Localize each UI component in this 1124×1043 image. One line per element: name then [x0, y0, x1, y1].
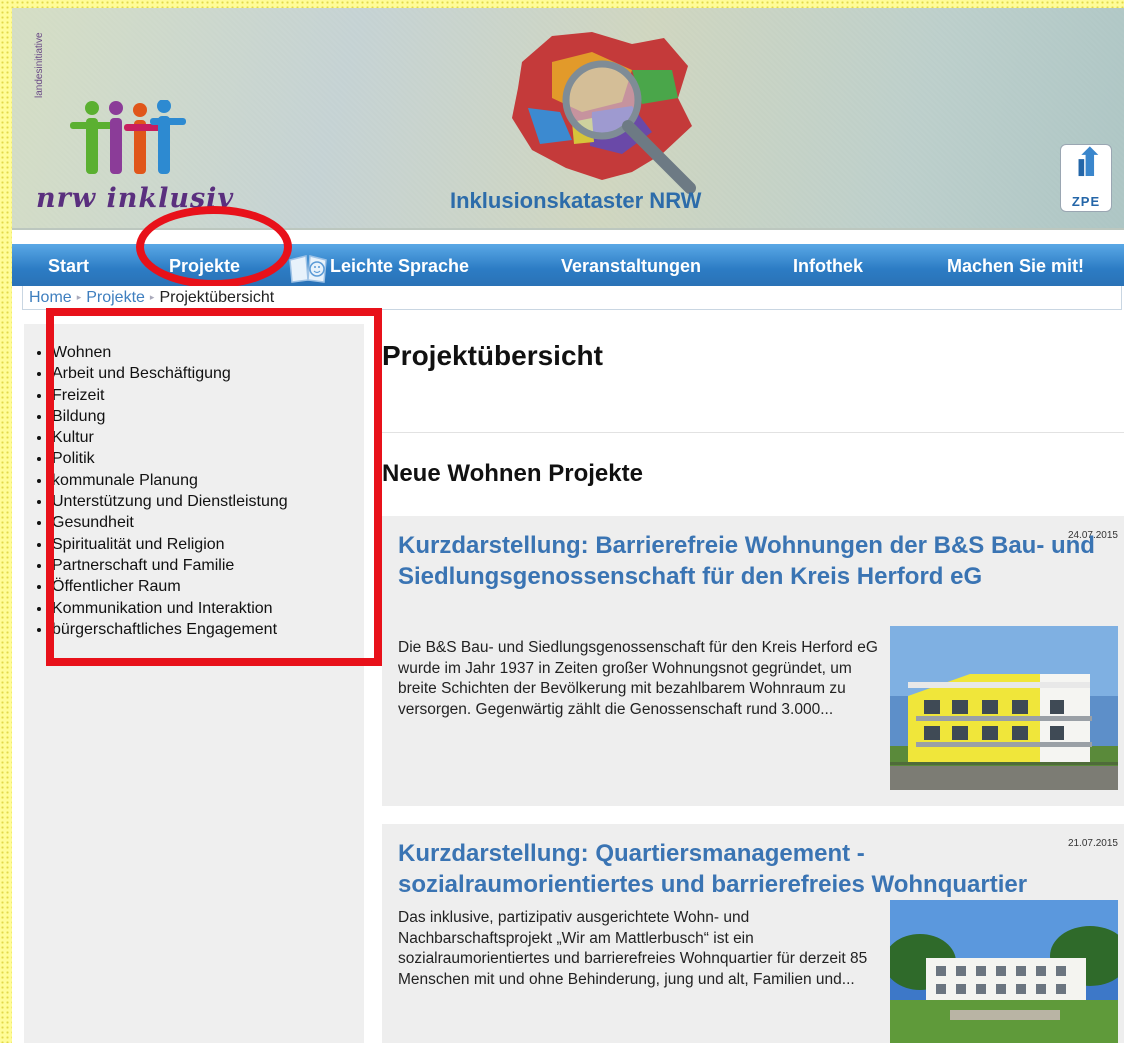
page-edge-top — [0, 0, 1124, 8]
section-title: Neue Wohnen Projekte — [382, 460, 643, 487]
header-banner: landesinitiative nrw inklusiv Inklusions… — [12, 8, 1124, 230]
nav-machen-sie-mit[interactable]: Machen Sie mit! — [947, 244, 1084, 286]
nrw-map-magnifier-icon[interactable] — [482, 22, 742, 198]
highlight-rectangle-sidebar — [46, 308, 382, 666]
logo-vertical-text: landesinitiative — [34, 32, 45, 98]
divider — [382, 432, 1124, 433]
page-title: Projektübersicht — [382, 340, 603, 371]
breadcrumb-current: Projektübersicht — [159, 289, 275, 306]
highlight-ellipse-projekte — [136, 206, 292, 288]
leichte-sprache-book-icon[interactable] — [288, 254, 328, 284]
page-edge-left — [0, 0, 12, 1043]
nav-veranstaltungen[interactable]: Veranstaltungen — [561, 244, 701, 286]
zpe-logo-text: ZPE — [1071, 194, 1101, 209]
card-title-link[interactable]: Kurzdarstellung: Quartiersmanagement - s… — [398, 838, 1108, 900]
figure-purple — [109, 101, 123, 174]
figure-blue — [150, 100, 186, 174]
card-teaser: Die B&S Bau- und Siedlungsgenossenschaft… — [398, 639, 878, 718]
figure-green — [70, 101, 116, 174]
card-teaser: Das inklusive, partizipativ ausgerichtet… — [398, 909, 868, 988]
breadcrumb-home[interactable]: Home — [29, 289, 72, 306]
page: landesinitiative nrw inklusiv Inklusions… — [12, 8, 1124, 1043]
zpe-logo[interactable]: ZPE — [1060, 144, 1112, 212]
card-title-link[interactable]: Kurzdarstellung: Barrierefreie Wohnungen… — [398, 530, 1108, 592]
breadcrumb-projekte[interactable]: Projekte — [86, 289, 145, 306]
breadcrumb-separator-icon: ▸ — [76, 292, 82, 302]
project-card: 21.07.2015 Kurzdarstellung: Quartiersman… — [382, 824, 1124, 1043]
breadcrumb: Home ▸ Projekte ▸ Projektübersicht — [22, 286, 1122, 310]
nav-infothek[interactable]: Infothek — [793, 244, 863, 286]
nav-leichte-sprache[interactable]: Leichte Sprache — [330, 244, 469, 286]
nav-start[interactable]: Start — [48, 244, 89, 286]
breadcrumb-separator-icon: ▸ — [149, 292, 155, 302]
zpe-arrow-icon — [1078, 146, 1099, 177]
project-photo-yellow-building[interactable] — [890, 626, 1118, 790]
project-photo-white-building[interactable] — [890, 900, 1118, 1043]
site-title[interactable]: Inklusionskataster NRW — [450, 188, 701, 214]
project-card: 24.07.2015 Kurzdarstellung: Barrierefrei… — [382, 516, 1124, 806]
